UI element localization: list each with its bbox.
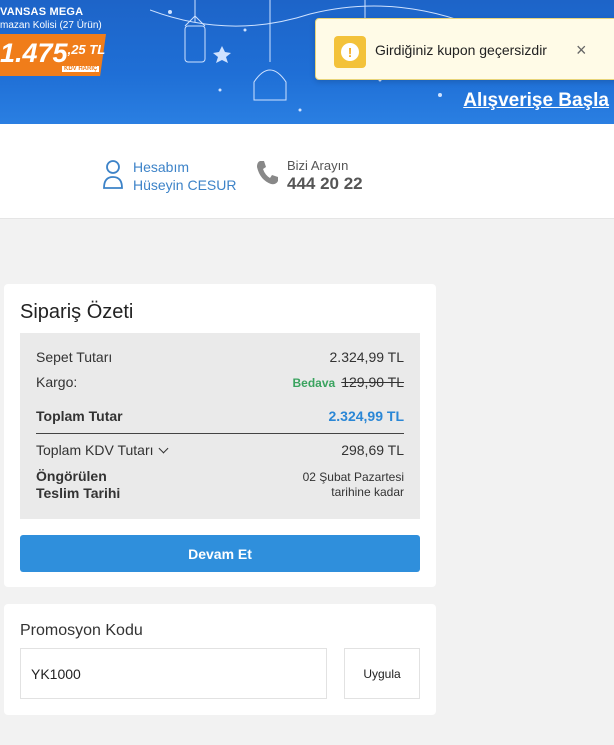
delivery-date-1: 02 Şubat Pazartesi bbox=[302, 470, 404, 484]
promo-code-input[interactable] bbox=[20, 648, 327, 699]
delivery-date-2: tarihine kadar bbox=[331, 485, 404, 499]
toast-message: Girdiğiniz kupon geçersizdir bbox=[375, 42, 547, 58]
banner-price-cents: ,25 TL bbox=[67, 42, 106, 57]
total-value: 2.324,99 TL bbox=[328, 408, 405, 424]
close-icon[interactable]: × bbox=[576, 40, 587, 61]
warning-icon: ! bbox=[334, 36, 366, 68]
account-name: Hüseyin CESUR bbox=[133, 177, 237, 193]
order-summary-title: Sipariş Özeti bbox=[20, 301, 134, 323]
banner-brand: VANSAS MEGA bbox=[0, 6, 84, 18]
continue-button[interactable]: Devam Et bbox=[20, 535, 420, 572]
vat-row[interactable]: Toplam KDV Tutarı 298,69 TL bbox=[36, 442, 404, 458]
call-label: Bizi Arayın bbox=[287, 158, 349, 173]
shipping-row: Kargo: Bedava 129,90 TL bbox=[36, 374, 404, 390]
shipping-label: Kargo: bbox=[36, 374, 78, 390]
warning-icon-glyph: ! bbox=[341, 43, 359, 61]
site-header: Hesabım Hüseyin CESUR Bizi Arayın 444 20… bbox=[0, 124, 614, 219]
chevron-down-icon[interactable] bbox=[158, 443, 168, 454]
account-label: Hesabım bbox=[133, 159, 190, 175]
delivery-date: 02 Şubat Pazartesi tarihine kadar bbox=[303, 470, 404, 500]
summary-box: Sepet Tutarı 2.324,99 TL Kargo: Bedava 12… bbox=[20, 333, 420, 519]
banner-price-main: 1.475 bbox=[0, 38, 68, 68]
account-link[interactable]: Hesabım Hüseyin CESUR bbox=[102, 158, 236, 194]
summary-divider bbox=[36, 433, 404, 434]
vat-label: Toplam KDV Tutarı bbox=[36, 442, 154, 458]
cart-total-row: Sepet Tutarı 2.324,99 TL bbox=[36, 349, 404, 365]
account-text: Hesabım Hüseyin CESUR bbox=[133, 158, 236, 194]
call-us-link[interactable]: Bizi Arayın 444 20 22 bbox=[255, 158, 363, 194]
total-row: Toplam Tutar 2.324,99 TL bbox=[36, 408, 404, 424]
shipping-old-price: 129,90 TL bbox=[341, 374, 404, 390]
promo-code-card: Promosyon Kodu Uygula bbox=[4, 604, 436, 715]
banner-price: 1.475,25 TL bbox=[0, 38, 105, 69]
delivery-row: Öngörülen Teslim Tarihi 02 Şubat Pazarte… bbox=[36, 468, 404, 502]
shipping-free: Bedava bbox=[292, 376, 336, 390]
user-icon bbox=[103, 160, 123, 189]
banner-price-note: KDV HARİÇ bbox=[62, 66, 100, 72]
phone-icon bbox=[257, 161, 278, 185]
shipping-value: Bedava 129,90 TL bbox=[293, 374, 405, 390]
order-summary-card: Sipariş Özeti Sepet Tutarı 2.324,99 TL K… bbox=[4, 284, 436, 587]
coupon-error-toast: ! Girdiğiniz kupon geçersizdir × bbox=[315, 18, 614, 80]
vat-value: 298,69 TL bbox=[341, 442, 404, 458]
cart-total-value: 2.324,99 TL bbox=[329, 349, 404, 365]
banner-subtitle: mazan Kolisi (27 Ürün) bbox=[0, 20, 102, 31]
start-shopping-link[interactable]: Alışverişe Başla bbox=[463, 90, 609, 112]
apply-button[interactable]: Uygula bbox=[344, 648, 420, 699]
total-label: Toplam Tutar bbox=[36, 408, 123, 424]
call-text: Bizi Arayın 444 20 22 bbox=[287, 158, 363, 194]
call-number: 444 20 22 bbox=[287, 174, 363, 193]
promo-title: Promosyon Kodu bbox=[20, 622, 143, 639]
cart-total-label: Sepet Tutarı bbox=[36, 349, 113, 365]
